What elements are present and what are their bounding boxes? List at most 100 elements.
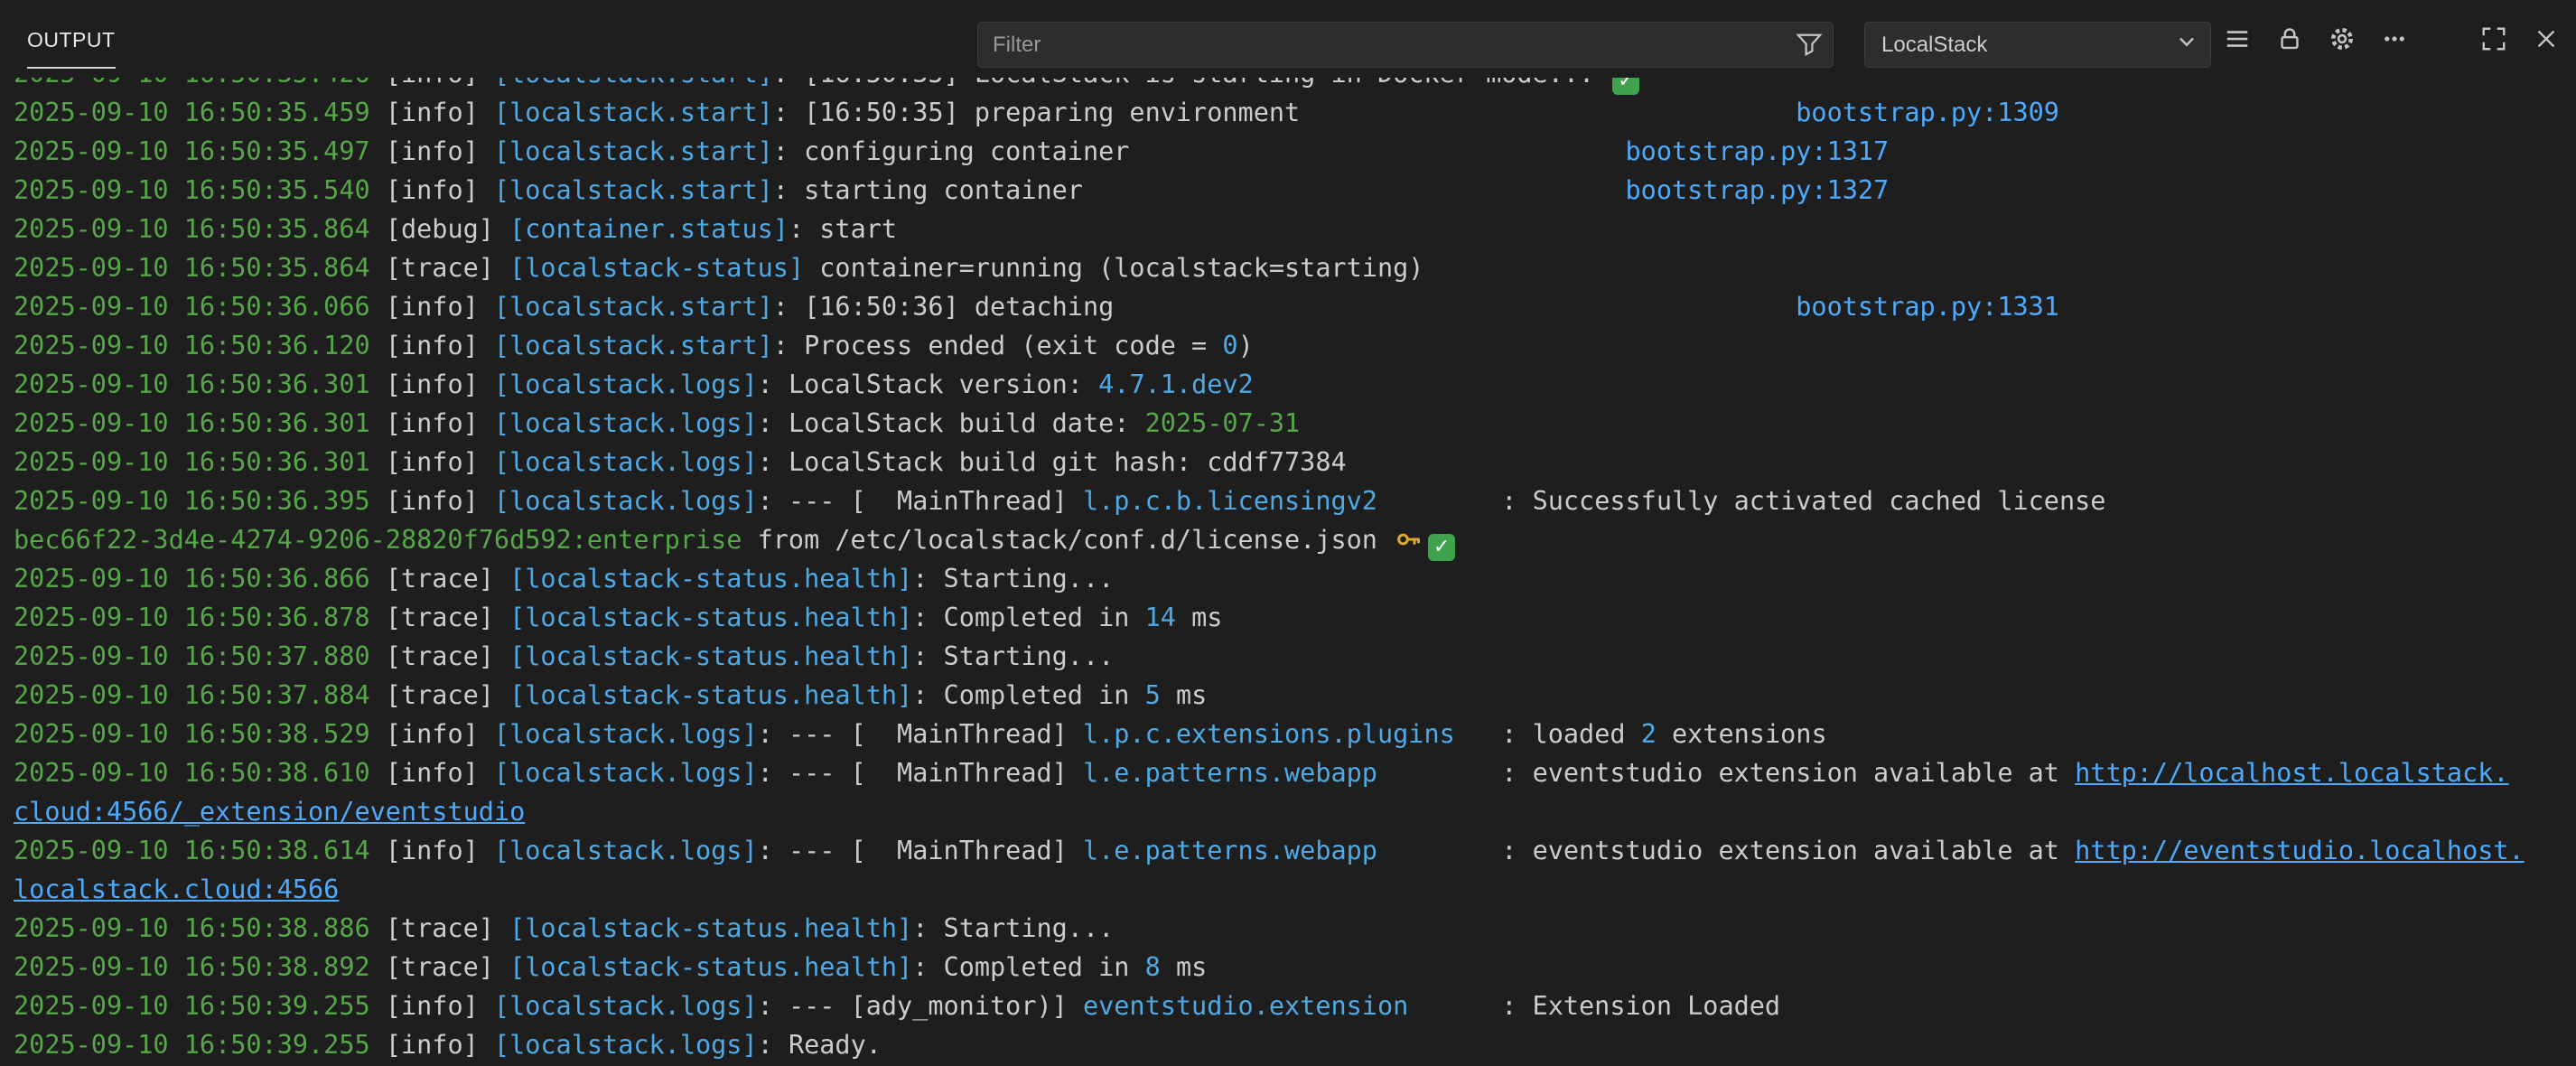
log-segment: l.p.c.extensions.plugins (1083, 719, 1455, 749)
log-link[interactable]: http://localhost.localstack. (2075, 758, 2508, 788)
key-emoji (1395, 525, 1423, 552)
log-link[interactable]: localstack.cloud:4566 (14, 874, 339, 904)
log-segment: [trace] (386, 253, 509, 283)
log-line: 2025-09-10 16:50:39.255 [info] [localsta… (14, 1025, 2562, 1064)
log-segment: : --- [ MainThread] (758, 719, 1083, 749)
log-segment: 2025-09-10 16:50:36.066 (14, 292, 386, 322)
lock-icon[interactable] (2271, 20, 2309, 58)
log-segment: [info] (386, 78, 494, 89)
log-segment: 2025-09-10 16:50:35.540 (14, 175, 386, 205)
log-segment: [localstack-status.health] (509, 680, 912, 710)
log-segment: [localstack.logs] (494, 1030, 758, 1060)
log-segment: : loaded (1501, 719, 1640, 749)
channel-dropdown[interactable]: LocalStack (1864, 22, 2211, 68)
log-segment: [info] (386, 991, 494, 1021)
ellipsis-icon[interactable] (2375, 20, 2413, 58)
log-segment: [localstack-status.health] (509, 564, 912, 594)
log-segment: : [16:50:36] detaching (773, 292, 1115, 322)
log-segment: [info] (386, 331, 494, 360)
log-segment: [info] (386, 408, 494, 438)
filter-funnel-icon[interactable] (1796, 31, 1823, 58)
log-segment: [info] (386, 486, 494, 516)
source-link[interactable]: bootstrap.py:1309 (1796, 98, 2059, 127)
log-segment: 2025-09-10 16:50:38.614 (14, 836, 386, 865)
log-segment: bec66f22-3d4e-4274-9206-28820f76d592:ent… (14, 525, 742, 555)
log-segment: : [16:50:35] LocalStack is starting in D… (773, 78, 1610, 89)
tab-output[interactable]: OUTPUT (27, 13, 116, 69)
log-segment: 2025-09-10 16:50:37.884 (14, 680, 386, 710)
log-line: 2025-09-10 16:50:38.886 [trace] [localst… (14, 909, 2562, 948)
log-segment: [localstack.logs] (494, 369, 758, 399)
log-segment: [trace] (386, 952, 509, 982)
log-segment: : LocalStack build date: (758, 408, 1145, 438)
log-segment: ms (1161, 680, 1207, 710)
log-segment: container=running (localstack=starting) (804, 253, 1423, 283)
log-line: 2025-09-10 16:50:35.497 [info] [localsta… (14, 132, 2562, 171)
log-segment: [localstack.logs] (494, 991, 758, 1021)
source-link[interactable]: bootstrap.py:1327 (1626, 175, 1890, 205)
log-segment: [localstack.logs] (494, 719, 758, 749)
log-segment: l.e.patterns.webapp (1083, 836, 1377, 865)
log-segment: : configuring container (773, 136, 1130, 166)
log-segment: ms (1161, 952, 1207, 982)
log-segment: 2025-09-10 16:50:36.395 (14, 486, 386, 516)
log-segment: [trace] (386, 603, 509, 632)
log-padding (1300, 98, 1796, 127)
log-segment: [info] (386, 447, 494, 477)
log-segment: [info] (386, 1030, 494, 1060)
log-line: 2025-09-10 16:50:35.864 [debug] [contain… (14, 210, 2562, 248)
word-wrap-icon[interactable] (2218, 20, 2256, 58)
log-segment: 2025-09-10 16:50:35.497 (14, 136, 386, 166)
log-line: cloud:4566/_extension/eventstudio (14, 792, 2562, 831)
log-segment: [info] (386, 836, 494, 865)
log-segment: 2025-09-10 16:50:35.864 (14, 214, 386, 244)
log-line: 2025-09-10 16:50:35.540 [info] [localsta… (14, 171, 2562, 210)
log-segment: [info] (386, 292, 494, 322)
close-panel-icon[interactable] (2527, 20, 2565, 58)
log-segment: [localstack-status.health] (509, 913, 912, 943)
log-segment: 2025-09-10 16:50:36.301 (14, 408, 386, 438)
log-output[interactable]: 2025-09-10 16:50:35.426 [info] [localsta… (0, 78, 2576, 1066)
log-padding (1377, 758, 1501, 788)
log-segment: 2025-09-10 16:50:35.459 (14, 98, 386, 127)
log-segment: : --- [ MainThread] (758, 758, 1083, 788)
log-segment: 2025-09-10 16:50:38.610 (14, 758, 386, 788)
maximize-panel-icon[interactable] (2475, 20, 2513, 58)
log-segment: [localstack.start] (494, 98, 773, 127)
panel-toolbar: OUTPUT LocalStack (0, 0, 2576, 78)
log-line: 2025-09-10 16:50:35.426 [info] [localsta… (14, 78, 2562, 93)
log-segment: 2025-09-10 16:50:37.880 (14, 641, 386, 671)
log-segment: [trace] (386, 564, 509, 594)
log-link[interactable]: cloud:4566/_extension/eventstudio (14, 797, 525, 827)
log-line: 2025-09-10 16:50:39.255 [info] [localsta… (14, 987, 2562, 1025)
log-segment: l.e.patterns.webapp (1083, 758, 1377, 788)
log-padding (1408, 991, 1501, 1021)
log-line: 2025-09-10 16:50:36.301 [info] [localsta… (14, 404, 2562, 443)
log-link[interactable]: http://eventstudio.localhost. (2075, 836, 2525, 865)
log-segment: : LocalStack build git hash: cddf77384 (758, 447, 1347, 477)
log-segment: [localstack.logs] (494, 836, 758, 865)
log-segment: ) (1238, 331, 1254, 360)
source-link[interactable]: bootstrap.py:1317 (1626, 136, 1890, 166)
source-link[interactable]: bootstrap.py:1331 (1796, 292, 2059, 322)
log-line: 2025-09-10 16:50:38.610 [info] [localsta… (14, 753, 2562, 792)
log-segment: l.p.c.b.licensingv2 (1083, 486, 1377, 516)
log-padding (1377, 836, 1501, 865)
log-line: 2025-09-10 16:50:36.301 [info] [localsta… (14, 365, 2562, 404)
log-segment: [info] (386, 136, 494, 166)
toolbar-actions (2218, 0, 2565, 78)
log-segment: : Completed in (912, 952, 1144, 982)
filter-input[interactable] (977, 22, 1834, 68)
log-segment: : Process ended (exit code = (773, 331, 1223, 360)
log-segment: : Completed in (912, 680, 1144, 710)
log-segment: : --- [ MainThread] (758, 486, 1083, 516)
log-segment: [localstack-status.health] (509, 603, 912, 632)
chevron-down-icon (2174, 29, 2199, 61)
log-segment: 8 (1145, 952, 1161, 982)
log-segment: 2025-09-10 16:50:35.864 (14, 253, 386, 283)
log-segment: [localstack.logs] (494, 408, 758, 438)
gear-icon[interactable] (2323, 20, 2361, 58)
log-segment: : Successfully activated cached license (1501, 486, 2105, 516)
log-segment: : start (789, 214, 897, 244)
log-segment: 4.7.1.dev2 (1098, 369, 1254, 399)
